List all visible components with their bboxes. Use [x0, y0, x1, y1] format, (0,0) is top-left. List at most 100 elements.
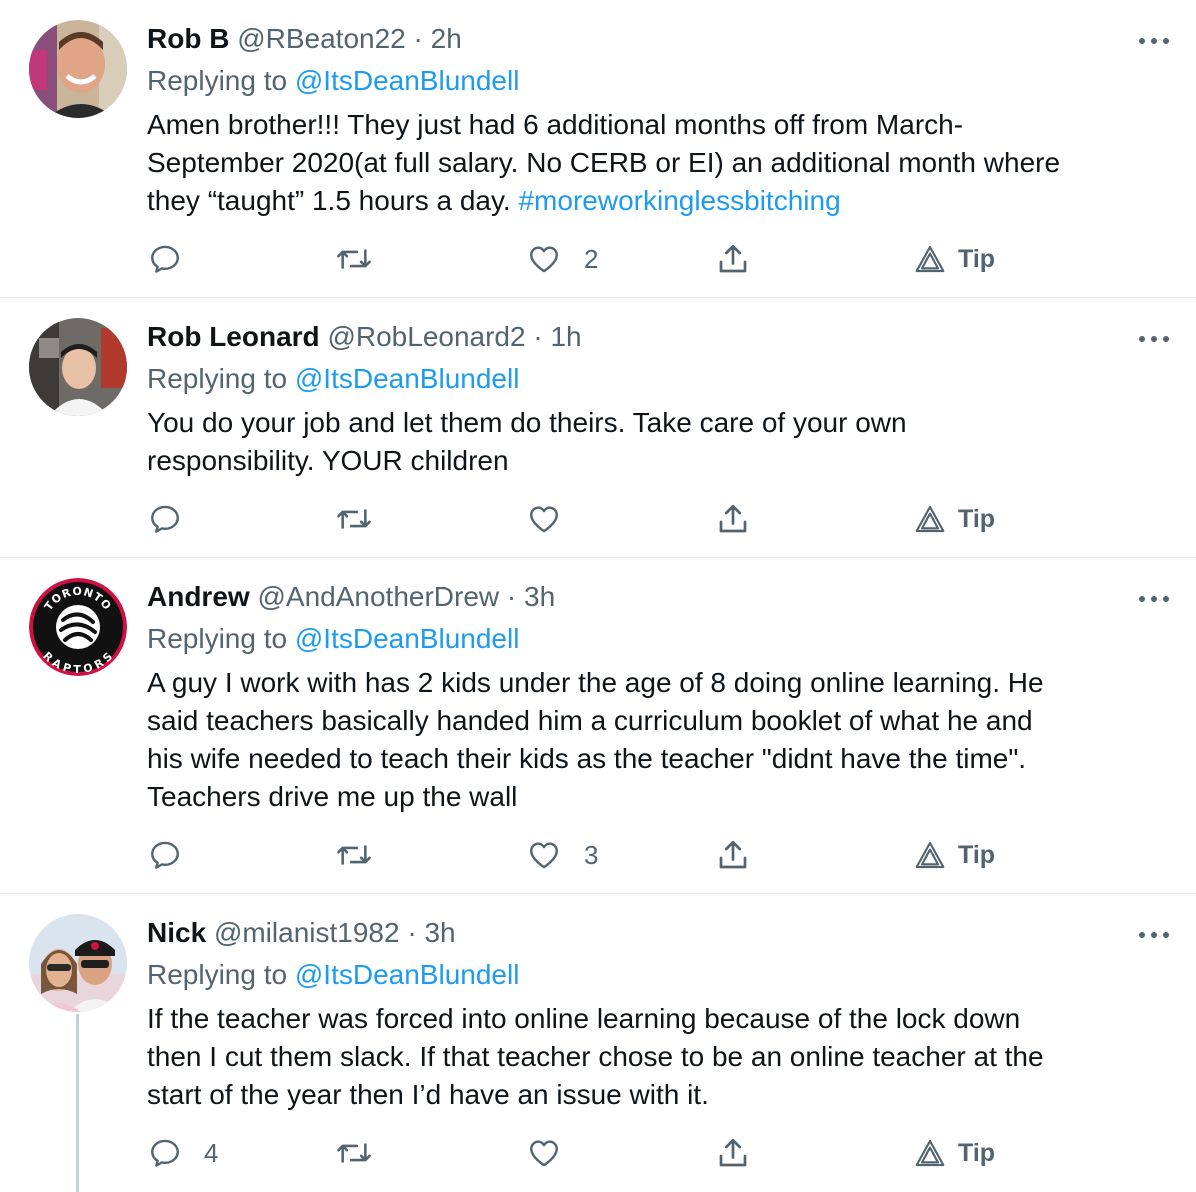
tweet-text-line: said teachers basically handed him a cur…	[147, 705, 1033, 736]
reply-button[interactable]	[148, 833, 204, 877]
tweet-text-line: responsibility. YOUR children	[147, 445, 509, 476]
tweet-actions: 3 Tip	[0, 833, 1196, 877]
heart-icon	[530, 842, 558, 869]
mention-link[interactable]: @ItsDeanBlundell	[295, 959, 520, 990]
retweet-icon	[337, 1143, 371, 1163]
share-button[interactable]	[715, 497, 751, 541]
tip-icon	[915, 841, 945, 869]
replying-to-label: Replying to	[147, 65, 295, 96]
tweet-text: A guy I work with has 2 kids under the a…	[147, 664, 1156, 816]
tip-label: Tip	[958, 244, 996, 273]
mention-link[interactable]: @ItsDeanBlundell	[295, 363, 520, 394]
tweet-actions: 4 Tip	[0, 1131, 1196, 1175]
reply-icon	[151, 245, 179, 273]
tweet[interactable]: Rob Leonard @RobLeonard2 · 1h Replying t…	[0, 298, 1196, 558]
tip-icon	[915, 1139, 945, 1167]
author-handle[interactable]: @milanist1982	[214, 917, 400, 948]
tweet[interactable]: Nick @milanist1982 · 3h Replying to @Its…	[0, 894, 1196, 1192]
avatar[interactable]: TORONTO RAPTORS	[29, 578, 127, 676]
avatar-logo: TORONTO RAPTORS	[29, 578, 127, 676]
like-count: 2	[584, 243, 599, 274]
reply-button[interactable]	[148, 497, 204, 541]
heart-icon	[530, 506, 558, 533]
timestamp[interactable]: · 1h	[533, 321, 581, 352]
tip-button[interactable]: Tip	[914, 237, 995, 281]
avatar-photo	[29, 20, 127, 118]
tweet[interactable]: Rob B @RBeaton22 · 2h Replying to @ItsDe…	[0, 0, 1196, 298]
avatar[interactable]	[29, 20, 127, 118]
tip-button[interactable]: Tip	[914, 833, 995, 877]
reply-button[interactable]: 4	[148, 1131, 218, 1175]
tip-icon	[915, 245, 945, 273]
tip-label: Tip	[958, 840, 996, 869]
reply-icon	[151, 841, 179, 869]
tweet-actions: Tip	[0, 497, 1196, 541]
tweet-actions: 2 Tip	[0, 237, 1196, 281]
reply-button[interactable]	[148, 237, 204, 281]
tweet-text-line: his wife needed to teach their kids as t…	[147, 743, 1027, 774]
tweet-text: You do your job and let them do theirs. …	[147, 404, 1156, 480]
replying-to-label: Replying to	[147, 959, 295, 990]
retweet-button[interactable]	[334, 833, 374, 877]
mention-link[interactable]: @ItsDeanBlundell	[295, 623, 520, 654]
author-handle[interactable]: @RobLeonard2	[327, 321, 525, 352]
tip-button[interactable]: Tip	[914, 497, 995, 541]
replying-to: Replying to @ItsDeanBlundell	[147, 362, 1156, 396]
timestamp[interactable]: · 3h	[407, 917, 455, 948]
hashtag-link[interactable]: #moreworkinglessbitching	[518, 185, 840, 216]
avatar[interactable]	[29, 318, 127, 416]
tweet-text: Amen brother!!! They just had 6 addition…	[147, 106, 1156, 220]
tip-label: Tip	[958, 1138, 996, 1167]
more-icon	[1139, 596, 1169, 602]
replying-to-label: Replying to	[147, 363, 295, 394]
like-button[interactable]	[526, 497, 584, 541]
share-icon	[719, 504, 747, 533]
share-button[interactable]	[715, 833, 751, 877]
timestamp[interactable]: · 2h	[414, 23, 462, 54]
retweet-button[interactable]	[334, 1131, 374, 1175]
author-name[interactable]: Nick	[147, 917, 206, 948]
replying-to: Replying to @ItsDeanBlundell	[147, 622, 1156, 656]
tweet-text-line: they “taught” 1.5 hours a day. #morework…	[147, 182, 1156, 220]
share-button[interactable]	[715, 1131, 751, 1175]
avatar[interactable]	[29, 914, 127, 1012]
tweet-text-line: September 2020(at full salary. No CERB o…	[147, 147, 1061, 178]
tweet-text-line: Amen brother!!! They just had 6 addition…	[147, 109, 964, 140]
tweet-text-line: A guy I work with has 2 kids under the a…	[147, 667, 1044, 698]
avatar-photo	[29, 318, 127, 416]
reply-icon	[151, 505, 179, 533]
retweet-button[interactable]	[334, 237, 374, 281]
like-button[interactable]	[526, 1131, 584, 1175]
more-options-button[interactable]	[1134, 324, 1174, 354]
tweet-text: If the teacher was forced into online le…	[147, 1000, 1156, 1114]
tweet-text-line: You do your job and let them do theirs. …	[147, 407, 907, 438]
more-icon	[1139, 336, 1169, 342]
like-button[interactable]: 2	[526, 237, 598, 281]
share-icon	[719, 1138, 747, 1167]
more-icon	[1139, 38, 1169, 44]
more-options-button[interactable]	[1134, 584, 1174, 614]
more-options-button[interactable]	[1134, 26, 1174, 56]
more-options-button[interactable]	[1134, 920, 1174, 950]
tweet-text-line: If the teacher was forced into online le…	[147, 1003, 1021, 1034]
timestamp[interactable]: · 3h	[507, 581, 555, 612]
replying-to-label: Replying to	[147, 623, 295, 654]
tweet-text-line: Teachers drive me up the wall	[147, 781, 518, 812]
author-name[interactable]: Rob B	[147, 23, 229, 54]
heart-icon	[530, 246, 558, 273]
author-name[interactable]: Andrew	[147, 581, 250, 612]
retweet-icon	[337, 249, 371, 269]
tip-icon	[915, 505, 945, 533]
retweet-button[interactable]	[334, 497, 374, 541]
retweet-icon	[337, 509, 371, 529]
tip-button[interactable]: Tip	[914, 1131, 995, 1175]
share-button[interactable]	[715, 237, 751, 281]
mention-link[interactable]: @ItsDeanBlundell	[295, 65, 520, 96]
tweet[interactable]: TORONTO RAPTORS Andrew @AndAnotherDrew ·…	[0, 558, 1196, 894]
replying-to: Replying to @ItsDeanBlundell	[147, 958, 1156, 992]
author-name[interactable]: Rob Leonard	[147, 321, 320, 352]
like-button[interactable]: 3	[526, 833, 598, 877]
retweet-icon	[337, 845, 371, 865]
author-handle[interactable]: @RBeaton22	[237, 23, 406, 54]
author-handle[interactable]: @AndAnotherDrew	[257, 581, 499, 612]
